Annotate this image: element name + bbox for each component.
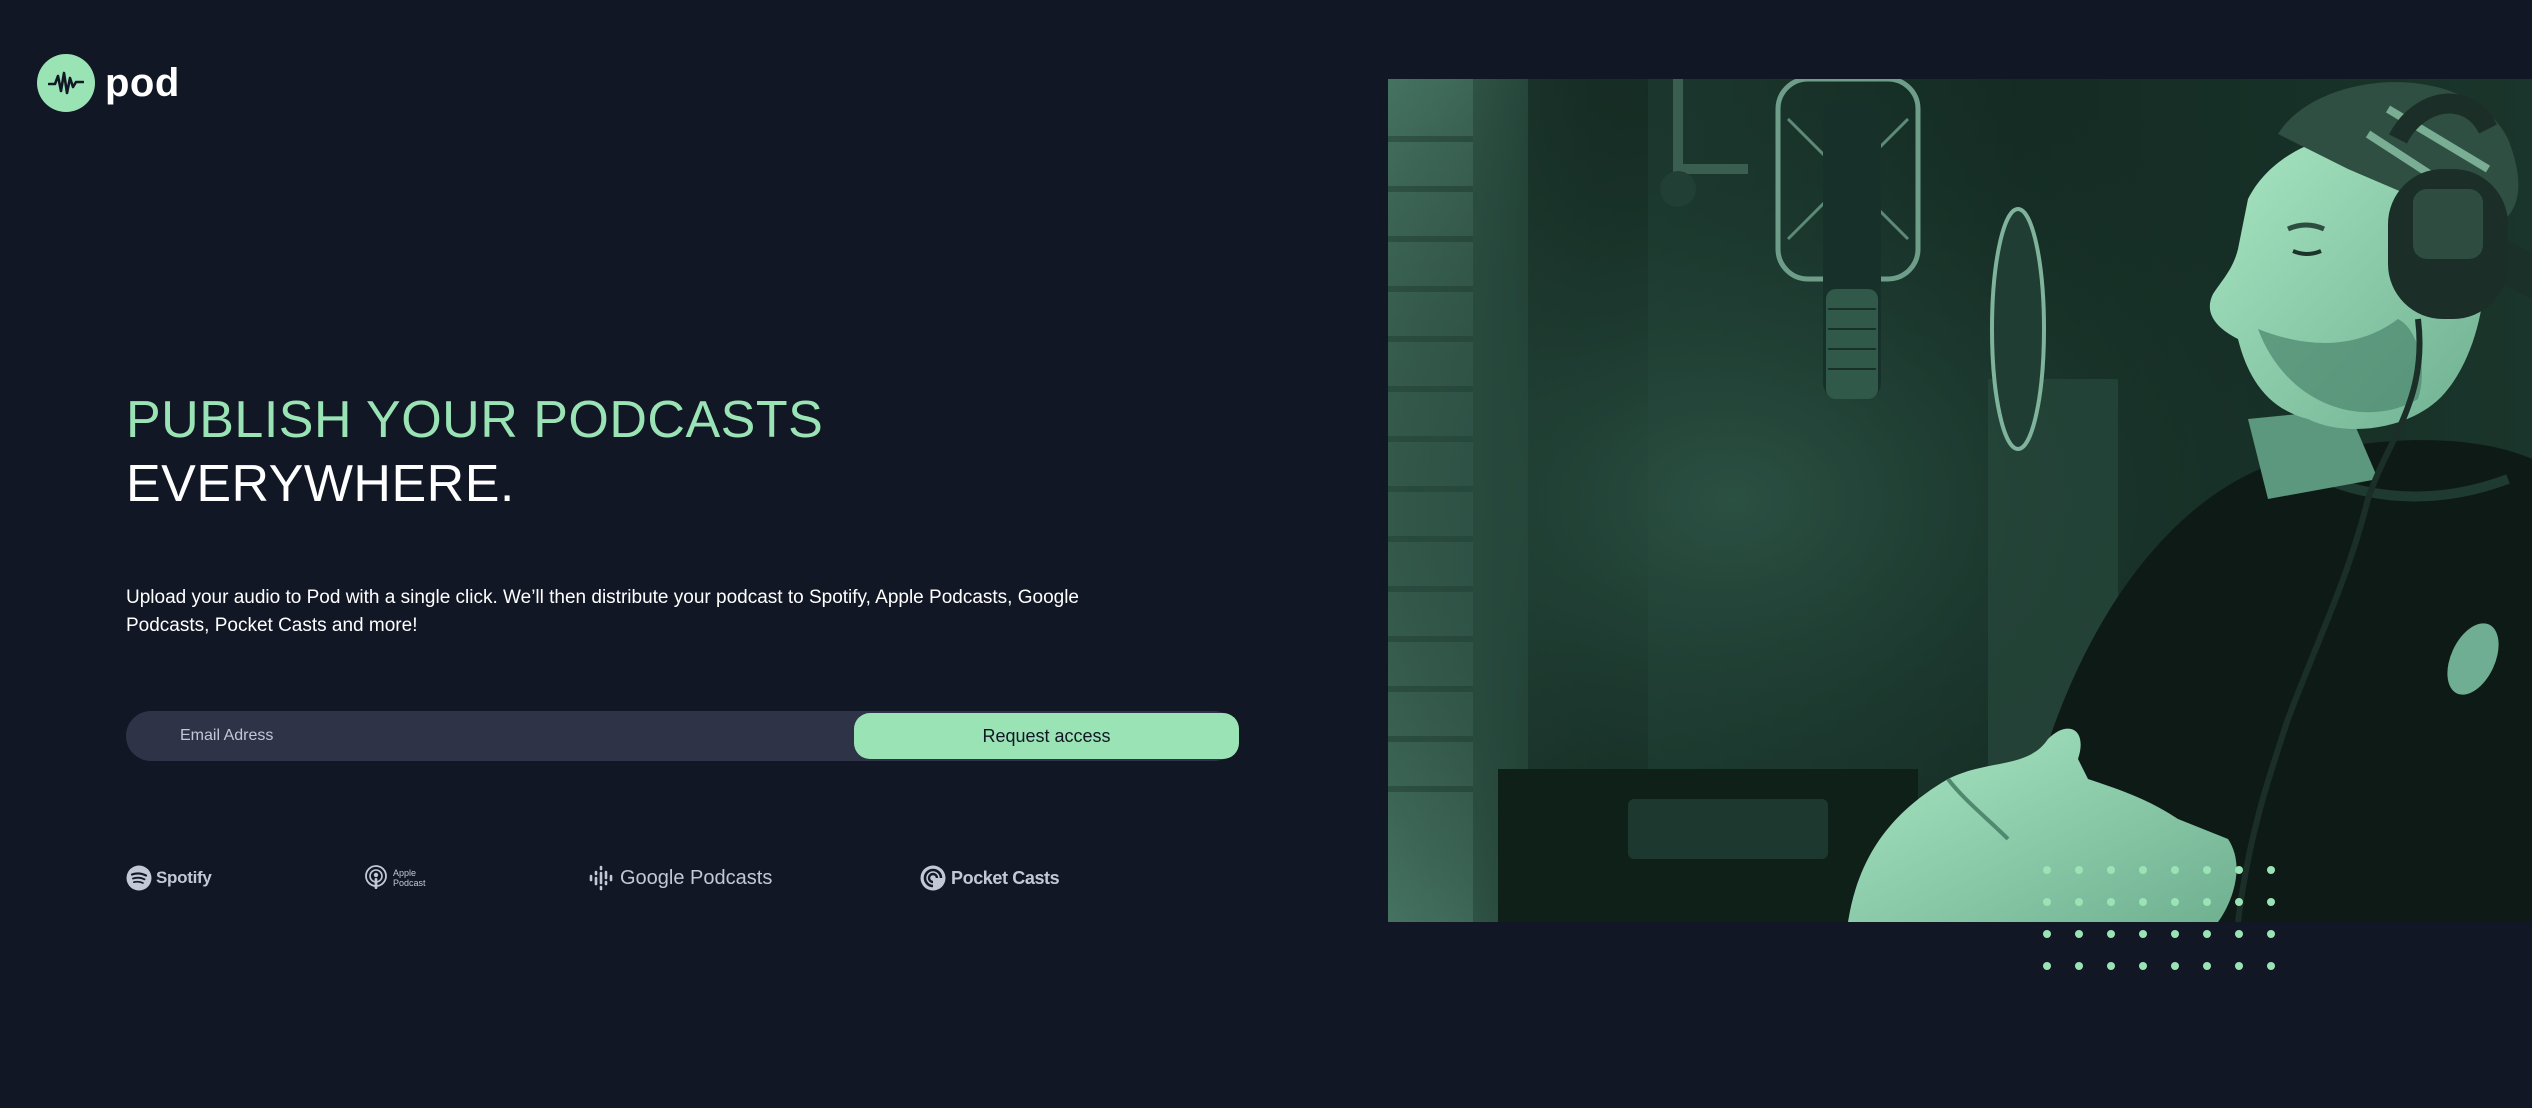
pocket-casts-logo[interactable]: Pocket Casts xyxy=(920,860,1060,896)
apple-podcasts-label: Apple Podcast xyxy=(393,868,426,888)
pod-logo[interactable]: pod xyxy=(37,54,180,112)
google-podcasts-icon xyxy=(589,865,613,891)
headline-accent: PUBLISH YOUR PODCASTS xyxy=(126,391,824,449)
apple-podcasts-icon xyxy=(365,865,387,889)
email-input[interactable] xyxy=(126,711,826,761)
dot-grid-decoration xyxy=(2043,866,2275,970)
headline-rest: EVERYWHERE. xyxy=(126,455,515,513)
hero-image xyxy=(1388,79,2532,922)
spotify-label: Spotify xyxy=(156,868,212,887)
apple-podcasts-line2: Podcast xyxy=(393,878,426,888)
waveform-icon xyxy=(37,54,95,112)
logo-wordmark: pod xyxy=(105,60,180,105)
pocket-casts-label: Pocket Casts xyxy=(951,867,1060,888)
platform-logos: Spotify Apple Podcast Google Podcasts Po… xyxy=(126,860,1126,896)
hero-headline: PUBLISH YOUR PODCASTS EVERYWHERE. xyxy=(126,388,823,516)
request-access-button[interactable]: Request access xyxy=(854,713,1239,759)
google-podcasts-label: Google Podcasts xyxy=(620,866,773,889)
spotify-logo[interactable]: Spotify xyxy=(126,860,212,896)
podcaster-recording-photo xyxy=(1388,79,2532,922)
google-podcasts-logo[interactable]: Google Podcasts xyxy=(588,860,772,896)
apple-podcasts-logo[interactable]: Apple Podcast xyxy=(364,860,426,896)
pocket-casts-icon xyxy=(920,865,946,891)
request-access-form: Request access xyxy=(126,711,1239,761)
apple-podcasts-line1: Apple xyxy=(393,868,417,878)
spotify-icon xyxy=(126,865,152,891)
hero-description: Upload your audio to Pod with a single c… xyxy=(126,587,1079,636)
